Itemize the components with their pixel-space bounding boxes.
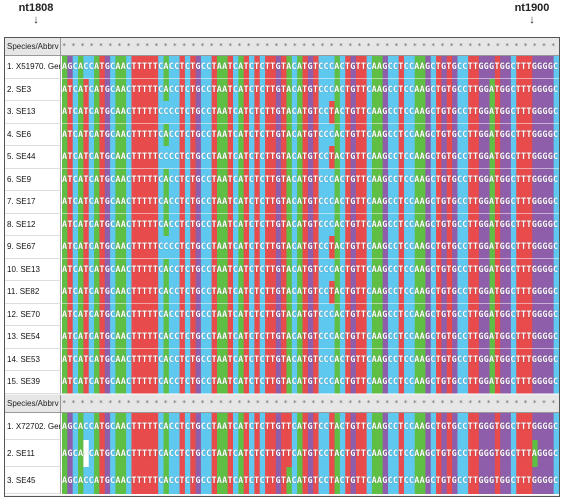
sequence-text: ATCATCATGCAACTTTTTCCCCTCTGCCTAATCATCTCTT… (62, 152, 559, 163)
end-position-marker: nt1900 ↓ (506, 2, 558, 26)
sequence-name[interactable]: 13. SE54 (5, 326, 61, 349)
sequence-name[interactable]: 1. X51970. Genotype A (5, 56, 61, 79)
sequence-text: AGCACCATGCAACTTTTTCACCTCTGCCTAATCATCTCTT… (62, 421, 559, 432)
sequence-text: ATCATCATGCAACTTTTTCCCCTCTGCCTAATCATCTCTT… (62, 107, 559, 118)
alignment-header: Species/Abbrv * * * * * * * * * * * * * … (5, 38, 559, 56)
sequence-name[interactable]: 5. SE44 (5, 146, 61, 169)
sequence-text: AGCACCATGCAACTTTTTCACCTCTGCCTAATCATCTCTT… (62, 62, 559, 73)
sequence-track: ATCATCATGCAACTTTTTCACCTCTGCCTAATCATCTCTT… (62, 326, 559, 349)
alignment-panel-genotype-a: Species/Abbrv * * * * * * * * * * * * * … (5, 38, 559, 394)
sequence-text: ATCATCATGCAACTTTTTCACCTCTGCCTAATCATCTCTT… (62, 84, 559, 95)
sequence-track: AGCACCATGCAACTTTTTCACCTCTGCCTAATCATCTCTT… (62, 56, 559, 79)
sequence-track: ATCATCATGCAACTTTTTCACCTCTGCCTAATCATCTCTT… (62, 168, 559, 191)
sequence-name[interactable]: 12. SE70 (5, 303, 61, 326)
sequence-name[interactable]: 4. SE6 (5, 123, 61, 146)
sequence-row[interactable]: 9. SE67 ATCATCATGCAACTTTTTCCCCTCTGCCTAATC… (5, 236, 559, 259)
sequence-row[interactable]: 2. SE3 ATCATCATGCAACTTTTTCACCTCTGCCTAATCA… (5, 78, 559, 101)
sequence-name[interactable]: 3. SE13 (5, 101, 61, 124)
sequence-row[interactable]: 1. X51970. Genotype AAGCACCATGCAACTTTTTC… (5, 56, 559, 79)
sequence-row[interactable]: 4. SE6 ATCATCATGCAACTTTTTCACCTCTGCCTAATCA… (5, 123, 559, 146)
sequence-track: ATCATCATGCAACTTTTTCACCTCTGCCTAATCATCTCTT… (62, 348, 559, 371)
sequence-row[interactable]: 5. SE44 ATCATCATGCAACTTTTTCCCCTCTGCCTAATC… (5, 146, 559, 169)
sequence-track: ATCATCATGCAACTTTTTCACCTCTGCCTAATCATCTCTT… (62, 281, 559, 304)
sequence-name[interactable]: 3. SE45 (5, 467, 61, 494)
sequence-track: ATCATCATGCAACTTTTTCCCCTCTGCCTAATCATCTCTT… (62, 101, 559, 124)
alignment-panel-genotype-d: Species/Abbrv * * * * * * * * * * * * * … (5, 395, 559, 495)
sequence-name[interactable]: 8. SE12 (5, 213, 61, 236)
sequence-name[interactable]: 2. SE3 (5, 78, 61, 101)
sequence-text: ATCATCATGCAACTTTTTCACCTCTGCCTAATCATCTCTT… (62, 332, 559, 343)
alignment-viewer: Species/Abbrv * * * * * * * * * * * * * … (4, 37, 560, 497)
sequence-track: ATCATCATGCAACTTTTTCACCTCTGCCTAATCATCTCTT… (62, 78, 559, 101)
sequence-track: ATCATCATGCAACTTTTTCACCTCTGCCTAATCATCTCTT… (62, 303, 559, 326)
sequence-track: ATCATCATGCAACTTTTTCACCTCTGCCTAATCATCTCTT… (62, 123, 559, 146)
sequence-track: ATCATCATGCAACTTTTTCACCTCTGCCTAATCATCTCTT… (62, 213, 559, 236)
sequence-track: ATCATCATGCAACTTTTTCACCTCTGCCTAATCATCTCTT… (62, 371, 559, 394)
sequence-name[interactable]: 1. X72702. Genotype D (5, 413, 61, 440)
sequence-row[interactable]: 3. SE45 AGCACCATGCAACTTTTTCACCTCTGCCTAATC… (5, 467, 559, 494)
sequence-track: AGCACCATGCAACTTTTTCACCTCTGCCTAATCATCTCTT… (62, 413, 559, 440)
sequence-text: AGCACCATGCAACTTTTTCACCTCTGCCTAATCATCTCTT… (62, 475, 559, 486)
sequence-name[interactable]: 7. SE17 (5, 191, 61, 214)
sequence-name[interactable]: 11. SE82 (5, 281, 61, 304)
sequence-row[interactable]: 12. SE70 ATCATCATGCAACTTTTTCACCTCTGCCTAAT… (5, 303, 559, 326)
sequence-row[interactable]: 13. SE54 ATCATCATGCAACTTTTTCACCTCTGCCTAAT… (5, 326, 559, 349)
alignment-header: Species/Abbrv * * * * * * * * * * * * * … (5, 395, 559, 413)
sequence-text: ATCATCATGCAACTTTTTCACCTCTGCCTAATCATCTCTT… (62, 377, 559, 388)
column-header-species[interactable]: Species/Abbrv (5, 38, 61, 55)
sequence-track: ATCATCATGCAACTTTTTCACCTCTGCCTAATCATCTCTT… (62, 258, 559, 281)
down-arrow-icon: ↓ (33, 14, 39, 26)
sequence-name[interactable]: 2. SE11 (5, 440, 61, 467)
sequence-text: AGCA-CATGCAACTTTTTCACCTCTGCCTAATCATCTCTT… (62, 448, 559, 459)
sequence-name[interactable]: 10. SE13 (5, 258, 61, 281)
sequence-name[interactable]: 6. SE9 (5, 168, 61, 191)
sequence-text: ATCATCATGCAACTTTTTCACCTCTGCCTAATCATCTCTT… (62, 309, 559, 320)
sequence-row[interactable]: 11. SE82 ATCATCATGCAACTTTTTCACCTCTGCCTAAT… (5, 281, 559, 304)
down-arrow-icon: ↓ (529, 14, 535, 26)
sequence-row[interactable]: 7. SE17 ATCATCATGCAACTTTTTCACCTCTGCCTAATC… (5, 191, 559, 214)
sequence-track: ATCATCATGCAACTTTTTCCCCTCTGCCTAATCATCTCTT… (62, 236, 559, 259)
sequence-row[interactable]: 8. SE12 ATCATCATGCAACTTTTTCACCTCTGCCTAATC… (5, 213, 559, 236)
sequence-row[interactable]: 6. SE9 ATCATCATGCAACTTTTTCACCTCTGCCTAATCA… (5, 168, 559, 191)
conservation-track: * * * * * * * * * * * * * * * * * * * * … (62, 42, 559, 50)
sequence-track: AGCA-CATGCAACTTTTTCACCTCTGCCTAATCATCTCTT… (62, 440, 559, 467)
sequence-row[interactable]: 14. SE53 ATCATCATGCAACTTTTTCACCTCTGCCTAAT… (5, 348, 559, 371)
sequence-text: ATCATCATGCAACTTTTTCACCTCTGCCTAATCATCTCTT… (62, 129, 559, 140)
sequence-name[interactable]: 14. SE53 (5, 348, 61, 371)
sequence-text: ATCATCATGCAACTTTTTCACCTCTGCCTAATCATCTCTT… (62, 197, 559, 208)
sequence-text: ATCATCATGCAACTTTTTCACCTCTGCCTAATCATCTCTT… (62, 287, 559, 298)
sequence-text: ATCATCATGCAACTTTTTCACCTCTGCCTAATCATCTCTT… (62, 174, 559, 185)
column-header-species[interactable]: Species/Abbrv (5, 395, 61, 412)
sequence-row[interactable]: 1. X72702. Genotype DAGCACCATGCAACTTTTTC… (5, 413, 559, 440)
sequence-text: ATCATCATGCAACTTTTTCACCTCTGCCTAATCATCTCTT… (62, 264, 559, 275)
sequence-row[interactable]: 10. SE13 ATCATCATGCAACTTTTTCACCTCTGCCTAAT… (5, 258, 559, 281)
sequence-text: ATCATCATGCAACTTTTTCCCCTCTGCCTAATCATCTCTT… (62, 242, 559, 253)
sequence-name[interactable]: 15. SE39 (5, 371, 61, 394)
sequence-row[interactable]: 3. SE13 ATCATCATGCAACTTTTTCCCCTCTGCCTAATC… (5, 101, 559, 124)
sequence-track: AGCACCATGCAACTTTTTCACCTCTGCCTAATCATCTCTT… (62, 467, 559, 494)
sequence-track: ATCATCATGCAACTTTTTCCCCTCTGCCTAATCATCTCTT… (62, 146, 559, 169)
sequence-track: ATCATCATGCAACTTTTTCACCTCTGCCTAATCATCTCTT… (62, 191, 559, 214)
sequence-name[interactable]: 9. SE67 (5, 236, 61, 259)
start-position-label: nt1808 (18, 2, 54, 14)
sequence-row[interactable]: 2. SE11 AGCA-CATGCAACTTTTTCACCTCTGCCTAATC… (5, 440, 559, 467)
start-position-marker: nt1808 ↓ (6, 2, 66, 26)
sequence-text: ATCATCATGCAACTTTTTCACCTCTGCCTAATCATCTCTT… (62, 219, 559, 230)
sequence-row[interactable]: 15. SE39 ATCATCATGCAACTTTTTCACCTCTGCCTAAT… (5, 371, 559, 394)
end-position-label: nt1900 (514, 2, 550, 14)
sequence-text: ATCATCATGCAACTTTTTCACCTCTGCCTAATCATCTCTT… (62, 354, 559, 365)
conservation-track: * * * * * * * * * * * * * * * * * * * * … (62, 399, 559, 407)
